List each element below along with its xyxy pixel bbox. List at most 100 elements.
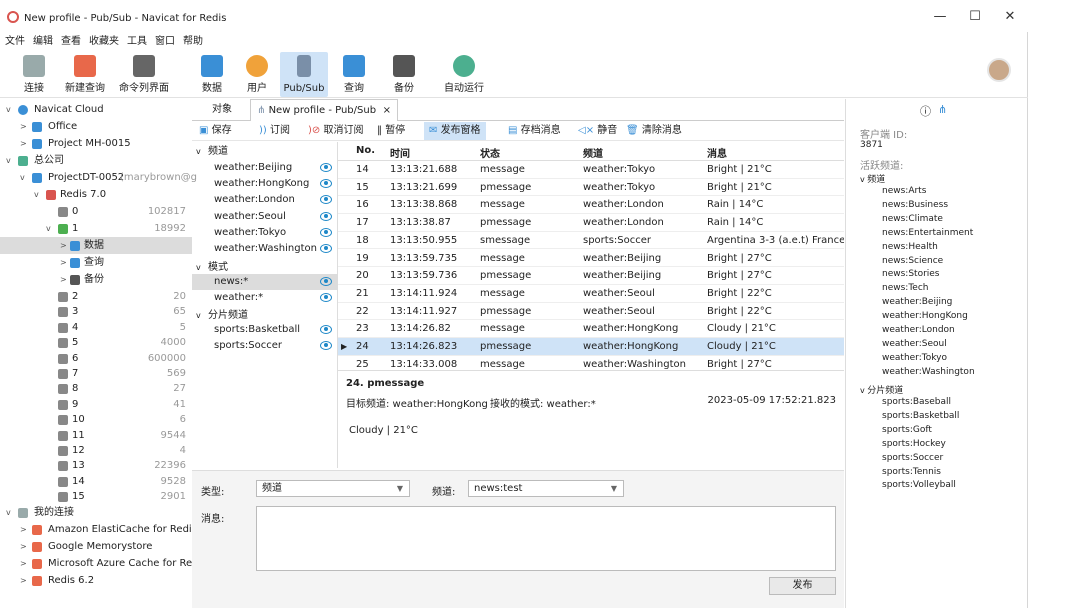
tree-navicat-cloud[interactable]: v Navicat Cloud [0,101,192,118]
connect-button[interactable]: 连接 [12,52,56,97]
channel-item[interactable]: weather:London [192,192,338,208]
menu-tools[interactable]: 工具 [127,33,147,51]
col-no[interactable]: No. [356,145,375,156]
right-section-channels[interactable]: v 频道 [860,172,885,185]
tree-data[interactable]: > 数据 [0,237,192,254]
subscribe-button[interactable]: )) 订阅 [259,122,290,140]
tree-company[interactable]: v 总公司 [0,152,192,169]
tree-project-dt[interactable]: v ProjectDT-0052 (marybrown@g [0,169,197,186]
table-row[interactable]: 23 13:14:26.82 message weather:HongKong Clou… [338,320,844,338]
eye-icon[interactable] [320,244,332,253]
table-row[interactable]: 19 13:13:59.735 message weather:Beijing Brig… [338,250,844,268]
message-textarea[interactable] [256,506,836,571]
channel-item[interactable]: weather:Tokyo [192,225,338,241]
publish-button[interactable]: 发布 [769,577,836,595]
publish-pane-button[interactable]: ✉ 发布窗格 [424,122,486,140]
section-channels[interactable]: v 频道 [192,144,338,160]
channel-item[interactable]: weather:* [192,290,338,306]
tree-redis7[interactable]: v Redis 7.0 [0,186,192,203]
tab-close-button[interactable]: × [383,100,391,122]
eye-icon[interactable] [320,195,332,205]
tree-conn-google[interactable]: > Google Memorystore [0,538,192,555]
channel-item[interactable]: weather:Washington [192,241,338,257]
clear-button[interactable]: 🗑 清除消息 [626,122,682,140]
menu-help[interactable]: 帮助 [183,33,203,51]
eye-icon[interactable] [320,325,332,334]
tab-objects[interactable]: 对象 [206,99,238,121]
col-status[interactable]: 状态 [480,145,500,160]
new-query-button[interactable]: 新建查询 [60,52,110,97]
table-row[interactable]: 14 13:13:21.688 message weather:Tokyo Bright… [338,161,844,179]
tree-db-item[interactable]: 15 2901 [0,488,192,505]
table-row[interactable]: 22 13:14:11.927 pmessage weather:Seoul Brigh… [338,303,844,321]
right-section-shards[interactable]: v 分片频道 [860,383,903,396]
close-button[interactable]: ✕ [998,8,1022,26]
col-time[interactable]: 时间 [390,145,410,160]
type-select[interactable]: 频道 ▼ [256,480,410,497]
minimize-button[interactable]: — [928,8,952,26]
eye-icon[interactable] [320,341,332,351]
tree-backup[interactable]: > 备份 [0,271,192,288]
avatar[interactable] [987,58,1011,82]
table-row[interactable]: 15 13:13:21.699 pmessage weather:Tokyo Brigh… [338,179,844,197]
channel-item[interactable]: weather:HongKong [192,176,338,192]
menu-window[interactable]: 窗口 [155,33,175,51]
active-channel-item: weather:Washington [882,366,975,377]
channel-item[interactable]: weather:Seoul [192,209,338,225]
user-button[interactable]: 用户 [238,52,276,97]
channel-item[interactable]: sports:Soccer [192,338,338,354]
table-row[interactable]: 18 13:13:50.955 smessage sports:Soccer Argen… [338,232,844,250]
col-channel[interactable]: 频道 [583,145,603,160]
tree-my-connections[interactable]: v 我的连接 [0,504,192,521]
save-button[interactable]: ▣ 保存 [199,122,232,140]
tree-conn-aws[interactable]: > Amazon ElastiCache for Redis [0,521,197,538]
pause-button[interactable]: ‖ 暂停 [377,122,405,140]
tree-conn-redis62[interactable]: > Redis 6.2 [0,572,192,589]
database-icon [58,292,68,302]
eye-icon[interactable] [320,211,332,221]
cli-button[interactable]: 命令列界面 [114,52,174,97]
tab-pubsub[interactable]: ⋔ New profile - Pub/Sub × [250,99,398,121]
data-button[interactable]: 数据 [192,52,232,97]
cell: message [480,199,525,211]
eye-icon[interactable] [320,293,332,303]
mute-button[interactable]: ◁× 静音 [578,122,617,140]
channel-item[interactable]: sports:Basketball [192,322,338,338]
tree-office[interactable]: > Office [0,118,192,135]
info-icon[interactable]: ⓘ [920,103,931,119]
unsubscribe-button[interactable]: )⊘ 取消订阅 [308,122,363,140]
maximize-button[interactable]: ☐ [963,8,987,26]
menu-file[interactable]: 文件 [5,33,25,51]
tree-conn-azure[interactable]: > Microsoft Azure Cache for Redis [0,555,207,572]
tree-project-mh[interactable]: > Project MH-0015 [0,135,192,152]
eye-icon[interactable] [320,179,332,189]
menu-edit[interactable]: 编辑 [33,33,53,51]
table-row[interactable]: 25 13:14:33.008 message weather:Washington B… [338,356,844,369]
tree-query[interactable]: > 查询 [0,254,192,271]
automation-button[interactable]: 自动运行 [440,52,488,97]
channel-item[interactable]: news:* [192,274,338,290]
table-row[interactable]: 20 13:13:59.736 pmessage weather:Beijing Bri… [338,267,844,285]
database-icon [58,207,68,217]
archive-button[interactable]: ▤ 存档消息 [508,122,561,140]
menu-favorites[interactable]: 收藏夹 [89,33,119,51]
eye-icon[interactable] [320,227,332,237]
eye-icon[interactable] [320,163,332,172]
database-icon [58,369,68,379]
col-message[interactable]: 消息 [707,145,727,160]
antenna-icon[interactable]: ⋔ [938,103,947,116]
eye-icon[interactable] [320,277,332,286]
table-row[interactable]: ▶ 24 13:14:26.823 pmessage weather:HongKong C… [338,338,844,356]
table-row[interactable]: 17 13:13:38.87 pmessage weather:London Rain … [338,214,844,232]
table-row[interactable]: 21 13:14:11.924 message weather:Seoul Bright… [338,285,844,303]
channel-item[interactable]: weather:Beijing [192,160,338,176]
pubsub-button[interactable]: Pub/Sub [280,52,328,97]
tree-db-0[interactable]: 0 102817 [0,203,192,220]
table-row[interactable]: 16 13:13:38.868 message weather:London Rain … [338,196,844,215]
query-button[interactable]: 查询 [334,52,374,97]
cell: Bright | 22°C [707,305,772,317]
menu-view[interactable]: 查看 [61,33,81,51]
backup-button[interactable]: 备份 [384,52,424,97]
channel-select[interactable]: news:test ▼ [468,480,624,497]
tree-db-1[interactable]: v 1 18992 [0,220,192,237]
